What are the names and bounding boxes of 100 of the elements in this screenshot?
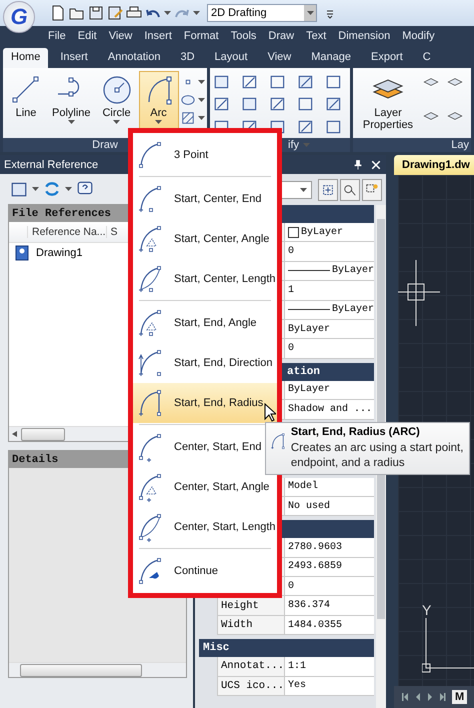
caret-icon [164, 11, 171, 15]
ribbon-tab[interactable]: View [260, 48, 300, 68]
caret-icon [193, 11, 200, 15]
group-title[interactable]: Lay [451, 139, 469, 151]
modify-tool-icon[interactable] [213, 73, 231, 91]
property-value[interactable]: 2493.6859 [285, 558, 374, 578]
property-cell[interactable]: ByLayer [285, 300, 374, 320]
property-value[interactable]: Shadow and ... [285, 400, 374, 420]
property-label: Height [217, 596, 285, 616]
menu-item[interactable]: Center, Start, Angle [133, 467, 277, 507]
ribbon-tab[interactable]: Export [362, 48, 411, 68]
hatch-icon[interactable] [180, 111, 195, 125]
menu-item[interactable]: File [48, 30, 66, 42]
property-cell[interactable]: ByLayer [285, 262, 374, 282]
circle-icon [100, 74, 133, 106]
menu-item[interactable]: Draw [268, 30, 294, 42]
column-header[interactable]: Reference Na... [27, 226, 106, 238]
toggle-button[interactable] [340, 178, 360, 200]
property-value: ByLayer [332, 304, 374, 316]
property-cell[interactable]: ByLayer [285, 223, 374, 242]
ribbon-button[interactable]: Circle [96, 71, 137, 138]
menu-item[interactable]: Dimension [338, 30, 390, 42]
ribbon-button[interactable]: Line [6, 71, 46, 138]
save-icon[interactable] [88, 5, 104, 21]
property-value[interactable]: 836.374 [285, 596, 374, 616]
ribbon-tab[interactable]: 3D [172, 48, 203, 68]
property-value[interactable]: 0 [285, 577, 374, 596]
pin-icon[interactable] [352, 158, 364, 170]
property-value[interactable]: Model [285, 478, 374, 497]
linetype-sample [288, 270, 330, 272]
menu-item[interactable]: Start, Center, Angle [133, 219, 277, 259]
property-value[interactable]: 1:1 [285, 657, 374, 677]
ribbon-button[interactable]: Layer Properties [356, 71, 420, 138]
refresh-icon[interactable] [43, 180, 61, 198]
workspace-dropdown[interactable]: 2D Drafting [207, 4, 317, 22]
mouse-pointer-icon [264, 403, 276, 422]
ribbon-tab[interactable]: C [414, 48, 439, 68]
modify-tool-icon[interactable] [241, 73, 259, 91]
select-objects-icon [321, 182, 336, 196]
attach-file-icon[interactable] [10, 180, 28, 198]
property-label: Width [217, 616, 285, 636]
menu-item[interactable]: Start, End, Angle [133, 303, 277, 343]
caret-icon [32, 187, 39, 191]
menu-item[interactable]: View [108, 30, 132, 42]
property-value[interactable]: Yes [285, 676, 374, 696]
new-file-icon[interactable] [50, 5, 66, 21]
menu-item[interactable]: Tools [230, 30, 256, 42]
property-value[interactable]: ByLayer [285, 380, 374, 400]
caret-icon [65, 187, 72, 191]
column-header[interactable]: S [106, 226, 118, 238]
ribbon-tab[interactable]: Insert [52, 48, 96, 68]
panel-title: External Reference [4, 158, 100, 170]
ribbon-button[interactable]: Polyline [48, 71, 95, 138]
menu-item[interactable]: Modify [402, 30, 435, 42]
scrollbar[interactable] [9, 662, 186, 677]
modify-tool-icon[interactable] [269, 73, 287, 91]
dropdown-arrow-icon [300, 188, 308, 192]
save-as-icon[interactable] [107, 5, 123, 21]
scroll-left-icon[interactable] [12, 431, 17, 437]
property-value[interactable]: 0 [285, 242, 374, 262]
menu-item[interactable]: Start, End, Radius [133, 383, 277, 423]
property-value[interactable]: 1 [285, 281, 374, 301]
caret-icon [198, 116, 205, 120]
property-value: ByLayer [301, 226, 344, 238]
property-value[interactable]: 2780.9603 [285, 538, 374, 558]
section-header[interactable]: Misc [199, 639, 374, 658]
caret-icon [198, 98, 205, 102]
sheet-tab[interactable]: M [452, 690, 468, 704]
toggle-button[interactable] [318, 178, 338, 200]
axis-label: Y [422, 602, 432, 618]
group-title[interactable]: ify [288, 139, 299, 151]
menu-item[interactable]: Continue [133, 551, 277, 591]
ribbon-tab[interactable]: Manage [303, 48, 359, 68]
ellipse-icon[interactable] [180, 93, 195, 107]
layout-navigation-icon[interactable] [402, 693, 446, 701]
menu-item[interactable]: Text [306, 30, 326, 42]
property-value: ByLayer [332, 265, 374, 276]
file-name[interactable]: Drawing1 [36, 247, 82, 259]
property-value[interactable]: ByLayer [285, 320, 374, 340]
menu-item[interactable]: Center, Start, Length [133, 507, 277, 547]
menu-item[interactable]: Insert [144, 30, 172, 42]
property-label: UCS ico... [217, 676, 285, 696]
property-value[interactable]: No used [285, 496, 374, 516]
ribbon-tab[interactable]: Home [3, 48, 48, 68]
modify-tool-icon[interactable] [325, 73, 343, 91]
ucs-axis-icon [422, 618, 474, 674]
close-icon[interactable] [370, 158, 382, 170]
toggle-button[interactable] [362, 178, 382, 200]
property-value[interactable]: 1484.0355 [285, 616, 374, 636]
menu-item[interactable]: Edit [78, 30, 97, 42]
property-value[interactable]: 0 [285, 339, 374, 359]
app-logo[interactable]: G [3, 1, 35, 33]
menu-item[interactable]: Format [184, 30, 219, 42]
linetype-sample [288, 309, 330, 310]
ribbon-tab[interactable]: Annotation [100, 48, 168, 68]
modify-tool-icon[interactable] [297, 73, 315, 91]
menu-item[interactable]: Start, Center, Length [133, 259, 277, 299]
ribbon-tab[interactable]: Layout [206, 48, 256, 68]
caret-icon [303, 143, 310, 147]
drawing-tab[interactable]: Drawing1.dw [394, 155, 474, 175]
